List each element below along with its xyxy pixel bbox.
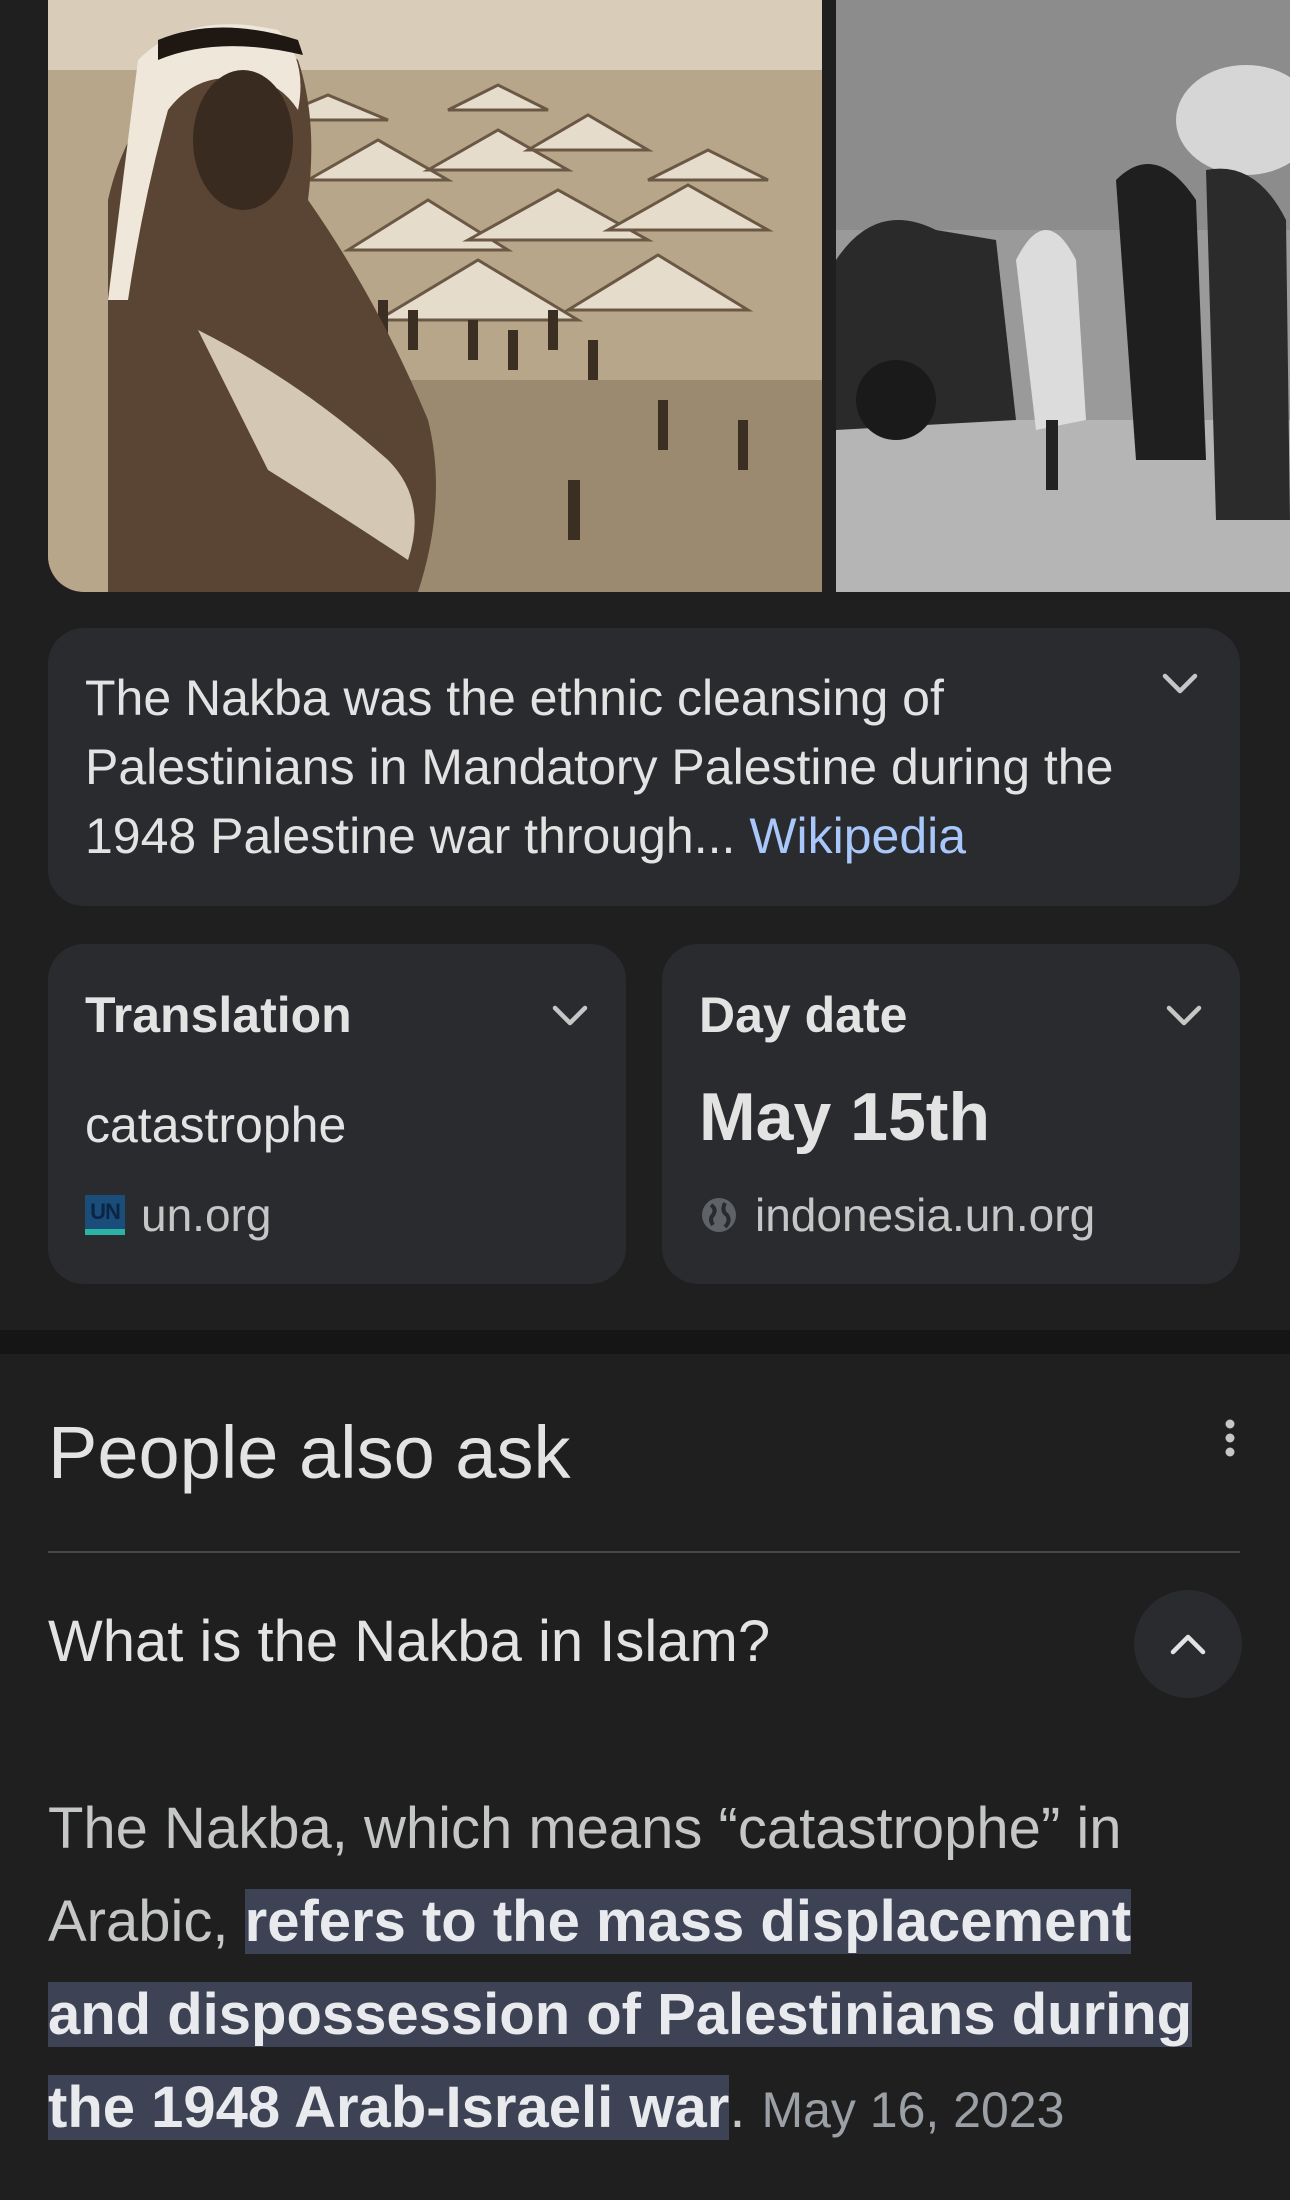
divider: [48, 1551, 1240, 1553]
people-also-ask-title: People also ask: [48, 1411, 571, 1494]
image-carousel[interactable]: [0, 0, 1290, 592]
un-logo-icon: UN: [85, 1195, 125, 1235]
globe-icon: [702, 1198, 736, 1232]
chevron-down-icon[interactable]: [550, 996, 590, 1036]
chevron-down-icon[interactable]: [1160, 664, 1200, 704]
day-date-source[interactable]: indonesia.un.org: [699, 1188, 1095, 1242]
translation-source[interactable]: UN un.org: [85, 1188, 271, 1242]
wikipedia-link[interactable]: Wikipedia: [749, 808, 966, 864]
refugees-walking-image[interactable]: [836, 0, 1290, 592]
summary-ellipsis: ...: [693, 808, 736, 864]
knowledge-summary-card[interactable]: The Nakba was the ethnic cleansing of Pa…: [48, 628, 1240, 906]
day-date-value: May 15th: [699, 1079, 990, 1155]
translation-value: catastrophe: [85, 1097, 347, 1153]
translation-card[interactable]: Translation catastrophe UN un.org: [48, 944, 626, 1284]
translation-label: Translation: [85, 987, 352, 1043]
section-divider-band: [0, 1330, 1290, 1354]
answer-end: .: [729, 2075, 746, 2140]
chevron-up-icon: [1170, 1634, 1206, 1655]
collapse-button[interactable]: [1134, 1590, 1242, 1698]
answer-date: May 16, 2023: [761, 2082, 1065, 2138]
chevron-down-icon[interactable]: [1164, 996, 1204, 1036]
summary-text: The Nakba was the ethnic cleansing of Pa…: [85, 664, 1130, 871]
more-options-icon[interactable]: [1218, 1418, 1242, 1458]
question-text[interactable]: What is the Nakba in Islam?: [48, 1608, 770, 1675]
source-domain[interactable]: un.org: [141, 1188, 271, 1242]
refugee-camp-image[interactable]: [48, 0, 822, 592]
day-date-card[interactable]: Day date May 15th indonesia.un.org: [662, 944, 1240, 1284]
day-date-label: Day date: [699, 987, 908, 1043]
search-results-page: The Nakba was the ethnic cleansing of Pa…: [0, 0, 1290, 2200]
source-domain[interactable]: indonesia.un.org: [755, 1188, 1095, 1242]
answer-text: The Nakba, which means “catastrophe” in …: [48, 1782, 1248, 2157]
